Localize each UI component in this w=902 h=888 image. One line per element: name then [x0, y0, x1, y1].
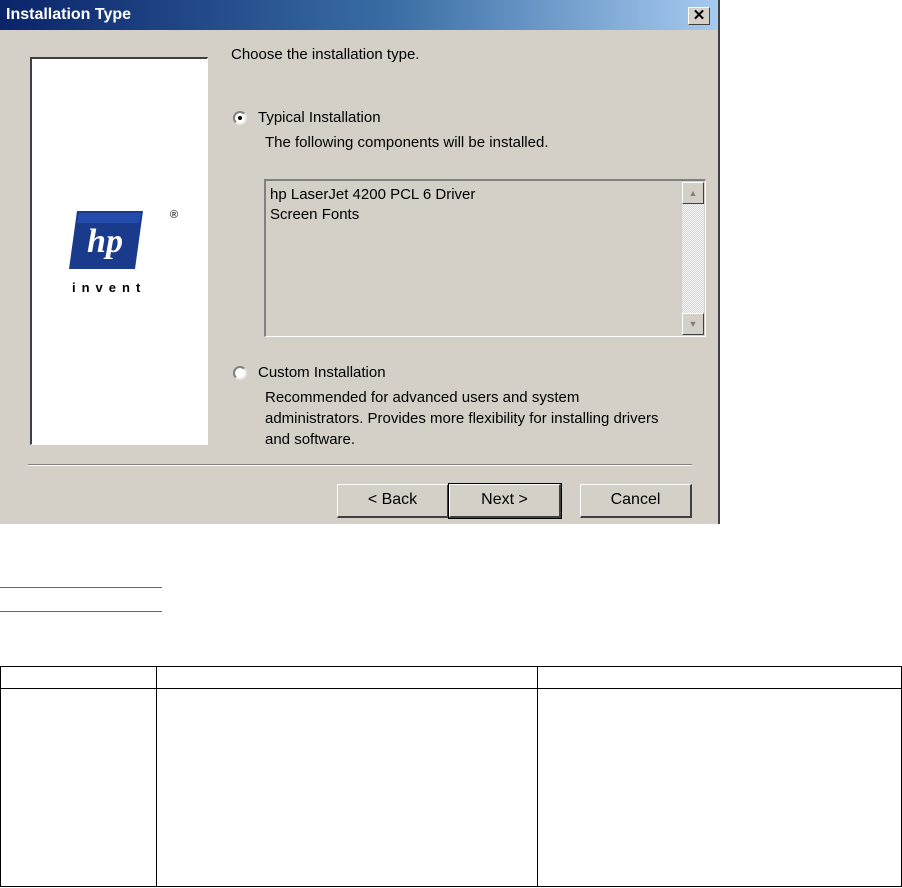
typical-installation-label[interactable]: Typical Installation: [258, 109, 381, 126]
custom-installation-radio[interactable]: [233, 366, 247, 380]
description-line: and software.: [265, 431, 356, 448]
table-row: [0, 688, 902, 887]
radio-selected-dot: [238, 116, 242, 120]
close-button[interactable]: ✕: [688, 7, 710, 25]
svg-text:hp: hp: [87, 223, 123, 260]
list-item: Screen Fonts: [270, 206, 360, 223]
typical-installation-radio[interactable]: [233, 111, 247, 125]
table-header-cell: [537, 666, 902, 689]
dialog-title: Installation Type: [6, 6, 132, 23]
list-item: hp LaserJet 4200 PCL 6 Driver: [270, 186, 476, 203]
typical-installation-description: The following components will be install…: [265, 134, 549, 151]
custom-installation-label[interactable]: Custom Installation: [258, 364, 386, 381]
table-cell: [0, 688, 157, 887]
scroll-down-arrow-icon[interactable]: ▼: [682, 313, 704, 335]
button-separator: [28, 464, 692, 466]
next-button[interactable]: Next >: [448, 483, 562, 519]
components-list: hp LaserJet 4200 PCL 6 Driver Screen Fon…: [270, 185, 475, 225]
table-header-cell: [0, 666, 157, 689]
logo-tagline: invent: [72, 280, 147, 295]
title-bar[interactable]: Installation Type ✕: [0, 0, 718, 30]
empty-table: [0, 666, 902, 887]
custom-installation-description: Recommended for advanced users and syste…: [265, 387, 695, 450]
hp-logo-icon: hp: [69, 211, 143, 269]
registered-mark: ®: [170, 209, 179, 221]
scroll-up-arrow-icon[interactable]: ▲: [682, 182, 704, 204]
cancel-button[interactable]: Cancel: [580, 484, 692, 518]
hyperlink-underline[interactable]: [0, 587, 162, 588]
table-cell: [156, 688, 538, 887]
description-line: administrators. Provides more flexibilit…: [265, 410, 659, 427]
table-header-row: [0, 666, 902, 689]
components-listbox[interactable]: hp LaserJet 4200 PCL 6 Driver Screen Fon…: [264, 179, 706, 337]
description-line: Recommended for advanced users and syste…: [265, 389, 580, 406]
install-prompt: Choose the installation type.: [231, 46, 420, 63]
logo-panel: hp ® invent: [30, 57, 208, 445]
vertical-scrollbar[interactable]: ▲ ▼: [682, 182, 704, 335]
hyperlink-underline[interactable]: [0, 611, 162, 612]
installation-type-dialog: Installation Type ✕ hp ® invent Choose t…: [0, 0, 720, 524]
table-cell: [537, 688, 902, 887]
table-header-cell: [156, 666, 538, 689]
back-button[interactable]: < Back: [337, 484, 449, 518]
